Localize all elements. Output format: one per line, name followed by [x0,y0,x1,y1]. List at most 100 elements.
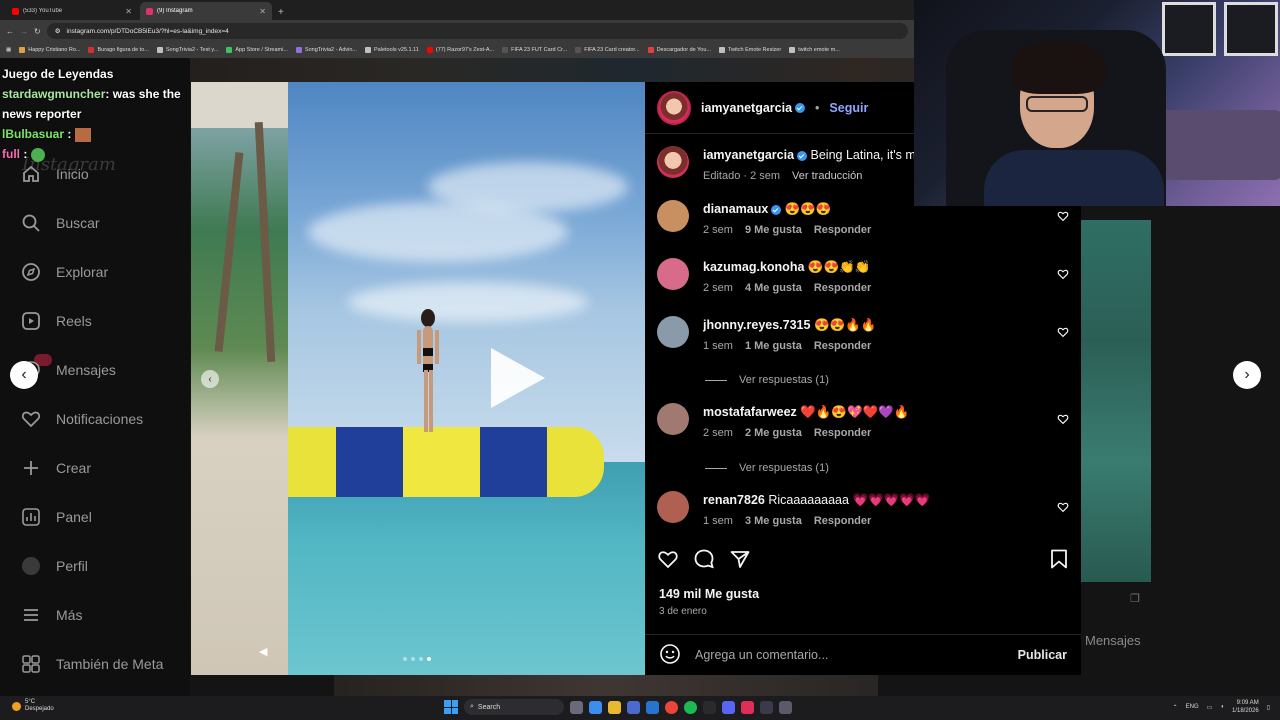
sidebar-item-panel[interactable]: Panel [20,505,92,529]
back-icon[interactable]: ← [6,27,14,36]
author-avatar[interactable] [657,146,689,178]
spotify-icon[interactable] [684,700,697,714]
save-icon[interactable] [1049,548,1069,576]
comment-username[interactable]: kazumag.konoha [703,260,804,274]
comment-input[interactable]: Agrega un comentario... [695,648,828,662]
bookmark-item[interactable]: (77) Razor97's Zest-A... [426,47,494,53]
url-field[interactable]: ⚙ instagram.com/p/DTDoCB5lEu3/?hl=es-la&… [46,23,908,39]
taskbar-search[interactable]: ⌕ Search [464,699,564,715]
likes-count[interactable]: 149 mil Me gusta [659,587,759,601]
tab-youtube[interactable]: (533) YouTube ✕ [6,2,138,20]
comment-username[interactable]: renan7826 [703,493,765,507]
volume-icon[interactable]: ◀ [259,645,273,659]
reply-button[interactable]: Responder [814,340,871,352]
previous-post-button[interactable]: ‹ [10,361,38,389]
tray-expand-icon[interactable]: ⌃ [1173,704,1178,711]
view-replies-button[interactable]: Ver respuestas (1) [705,462,829,474]
author-avatar[interactable] [657,90,691,125]
like-icon[interactable] [657,548,679,576]
music-icon[interactable] [741,700,754,714]
bookmark-item[interactable]: FIFA 23 Card creator... [575,47,640,53]
comment-username[interactable]: dianamaux [703,202,768,216]
view-replies-button[interactable]: Ver respuestas (1) [705,374,829,386]
author-username[interactable]: iamyanetgarcia [701,101,806,115]
emoji-icon[interactable] [659,643,681,668]
bookmark-item[interactable]: App Store / Streami... [226,47,288,53]
weather-widget[interactable]: 5°C Despejado [12,699,54,713]
network-icon[interactable]: ▭ [1207,704,1213,711]
comment-like-icon[interactable] [1057,326,1069,341]
obs-icon[interactable] [760,700,773,714]
edge-icon[interactable] [589,700,602,714]
new-tab-icon[interactable]: + [274,7,288,20]
tab-instagram[interactable]: (9) Instagram ✕ [140,2,272,20]
comment-likes[interactable]: 1 Me gusta [745,340,802,352]
comment-likes[interactable]: 2 Me gusta [745,427,802,439]
comment-likes[interactable]: 3 Me gusta [745,515,802,527]
bookmark-item[interactable]: FIFA 23 FUT Card Cr... [502,47,567,53]
caption-username[interactable]: iamyanetgarcia [703,148,794,162]
store-icon[interactable] [627,700,640,714]
reply-button[interactable]: Responder [814,427,871,439]
comment-likes[interactable]: 9 Me gusta [745,224,802,236]
reload-icon[interactable]: ↻ [34,27,41,36]
discord-icon[interactable] [722,700,735,714]
play-icon[interactable] [491,348,545,408]
follow-button[interactable]: Seguir [829,101,868,115]
commenter-avatar[interactable] [657,316,689,348]
inner-previous-icon[interactable]: ‹ [201,370,219,388]
bookmark-item[interactable]: SongTrivia2 - Test y... [156,47,218,53]
translate-link[interactable]: Ver traducción [792,170,862,182]
bookmark-item[interactable]: Happy Cristiano Ro... [19,47,80,53]
comment-username[interactable]: jhonny.reyes.7315 [703,318,810,332]
site-info-icon[interactable]: ⚙ [55,27,61,35]
comment-like-icon[interactable] [1057,413,1069,428]
bookmark-item[interactable]: Paletools v25.1.11 [365,47,419,53]
sidebar-item-mas[interactable]: Más [20,603,82,627]
commenter-avatar[interactable] [657,258,689,290]
mail-icon[interactable] [646,700,659,714]
sidebar-item-meta[interactable]: También de Meta [20,652,163,676]
comment-like-icon[interactable] [1057,501,1069,516]
reply-button[interactable]: Responder [814,224,871,236]
comment-likes[interactable]: 4 Me gusta [745,282,802,294]
bookmark-item[interactable]: Burago figura de to... [88,47,149,53]
messages-floating-button[interactable]: Mensajes [1085,633,1141,648]
sidebar-item-notificaciones[interactable]: Notificaciones [20,407,143,431]
forward-icon[interactable]: → [20,27,28,36]
bookmark-item[interactable]: twitch emote m... [789,47,840,53]
comment-icon[interactable] [693,548,715,576]
reply-button[interactable]: Responder [814,282,871,294]
xbox-icon[interactable] [703,700,716,714]
sidebar-item-inicio[interactable]: Inicio [20,162,89,186]
notifications-icon[interactable]: ▯ [1267,704,1270,711]
reply-button[interactable]: Responder [814,515,871,527]
share-icon[interactable] [729,548,751,576]
language-indicator[interactable]: ENG [1186,704,1199,710]
bookmark-item[interactable]: Descargador de You... [647,47,711,53]
commenter-avatar[interactable] [657,491,689,523]
sidebar-item-explorar[interactable]: Explorar [20,260,108,284]
comment-like-icon[interactable] [1057,268,1069,283]
sidebar-item-buscar[interactable]: Buscar [20,211,100,235]
chrome-icon[interactable] [665,700,678,714]
close-tab-icon[interactable]: ✕ [125,7,132,16]
comment-username[interactable]: mostafafarweez [703,405,797,419]
sidebar-item-perfil[interactable]: Perfil [20,554,88,578]
bookmark-item[interactable]: Twitch Emote Resizer [719,47,781,53]
next-post-button[interactable]: › [1233,361,1261,389]
bookmark-item[interactable]: SongTrivia2 - Advin... [295,47,357,53]
file-explorer-icon[interactable] [608,700,621,714]
publish-button[interactable]: Publicar [1018,648,1067,662]
apps-icon[interactable]: ▦ [6,47,11,53]
windows-start-icon[interactable] [444,700,458,714]
task-view-icon[interactable] [570,700,583,714]
volume-icon[interactable]: ◖ [1220,704,1224,710]
clock[interactable]: 9:09 AM 1/18/2026 [1232,699,1259,715]
comment-like-icon[interactable] [1057,210,1069,225]
sidebar-item-crear[interactable]: Crear [20,456,91,480]
settings-icon[interactable] [779,700,792,714]
commenter-avatar[interactable] [657,200,689,232]
post-media[interactable]: ‹ ◀ [191,82,645,675]
close-tab-icon[interactable]: ✕ [259,7,266,16]
